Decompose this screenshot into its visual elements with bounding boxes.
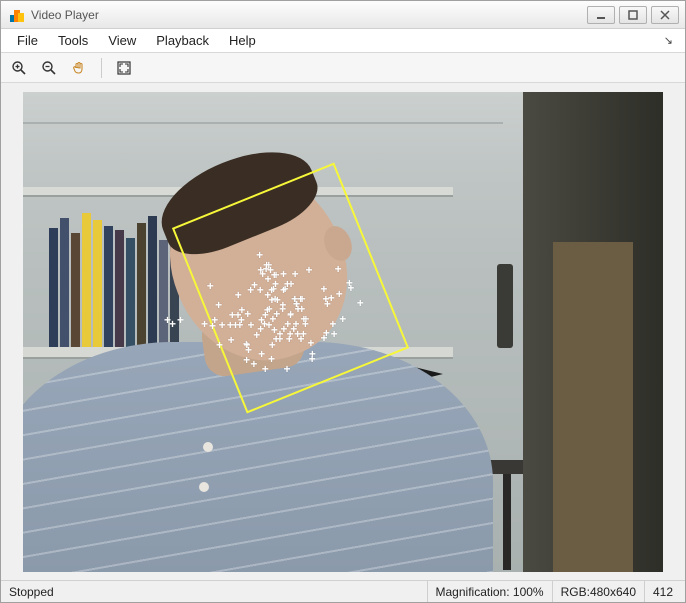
menu-help[interactable]: Help: [219, 30, 266, 51]
hand-icon: [71, 60, 87, 76]
magnification-label: Magnification:: [436, 585, 510, 599]
menu-file[interactable]: File: [7, 30, 48, 51]
menu-tools[interactable]: Tools: [48, 30, 98, 51]
statusbar: Stopped Magnification: 100% RGB:480x640 …: [1, 580, 685, 602]
app-window: Video Player File Tools View Playback He…: [0, 0, 686, 603]
menubar: File Tools View Playback Help ↘: [1, 29, 685, 53]
extra-cell: 412: [645, 581, 685, 602]
titlebar: Video Player: [1, 1, 685, 29]
zoom-out-button[interactable]: [37, 56, 61, 80]
playback-state: Stopped: [1, 581, 428, 602]
menu-view[interactable]: View: [98, 30, 146, 51]
zoom-in-button[interactable]: [7, 56, 31, 80]
zoom-in-icon: [11, 60, 27, 76]
menu-playback[interactable]: Playback: [146, 30, 219, 51]
zoom-out-icon: [41, 60, 57, 76]
close-button[interactable]: [651, 6, 679, 24]
toolbar-separator: [101, 58, 102, 78]
video-image: [23, 92, 663, 572]
magnification-cell: Magnification: 100%: [428, 581, 553, 602]
app-icon: [9, 7, 25, 23]
video-frame[interactable]: ++++++++++++++++++++++++++++++++++++++++…: [23, 92, 663, 572]
fit-icon: [116, 60, 132, 76]
menu-overflow-icon[interactable]: ↘: [658, 34, 679, 47]
format-cell: RGB:480x640: [553, 581, 645, 602]
window-title: Video Player: [31, 8, 587, 22]
minimize-button[interactable]: [587, 6, 615, 24]
toolbar: [1, 53, 685, 83]
pan-button[interactable]: [67, 56, 91, 80]
window-controls: [587, 6, 679, 24]
fit-to-window-button[interactable]: [112, 56, 136, 80]
magnification-value: 100%: [513, 585, 544, 599]
content-area: ++++++++++++++++++++++++++++++++++++++++…: [1, 83, 685, 580]
maximize-button[interactable]: [619, 6, 647, 24]
